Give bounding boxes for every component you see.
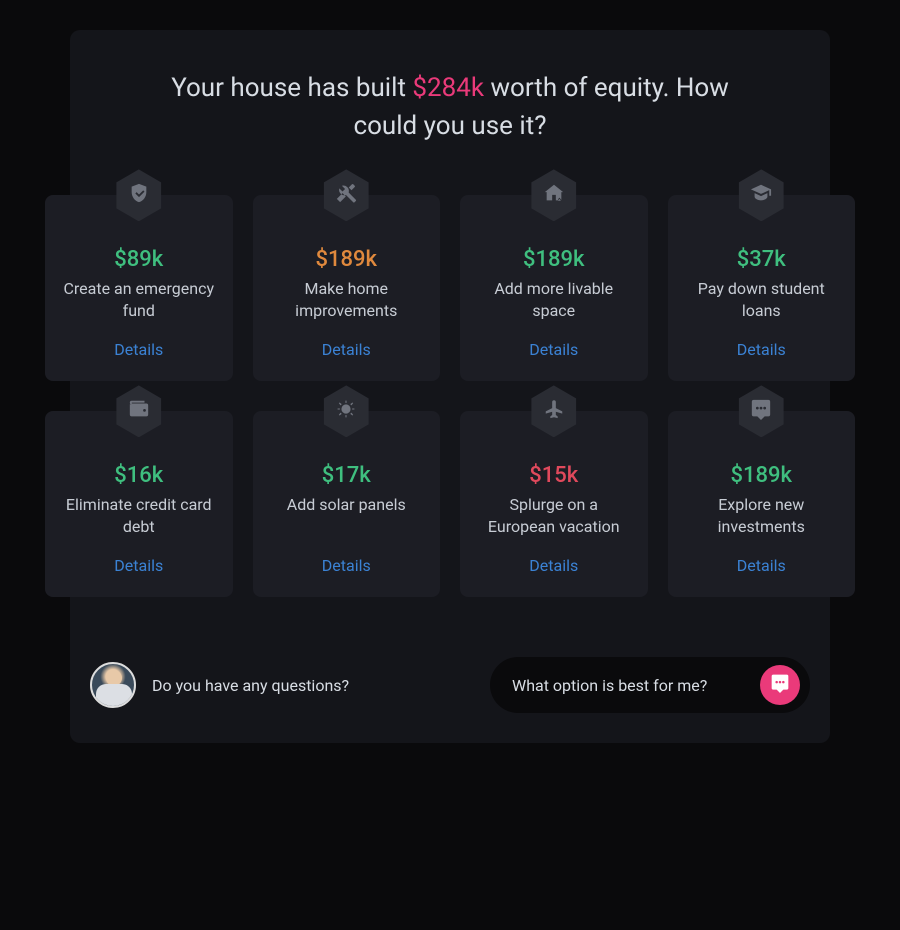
card-icon-badge [735,169,787,221]
details-link[interactable]: Details [59,340,219,359]
tools-icon [335,182,357,208]
agent-avatar [90,662,136,708]
option-card[interactable]: $15k Splurge on a European vacation Detail… [460,411,648,597]
card-icon-badge [528,385,580,437]
footer-bar: Do you have any questions? What option i… [90,657,810,713]
shield-icon [128,182,150,208]
card-description: Eliminate credit card debt [59,494,219,538]
headline-amount: $284k [412,73,484,103]
chat-send-button[interactable] [760,665,800,705]
gradcap-icon [750,182,772,208]
headline: Your house has built $284k worth of equi… [150,70,750,145]
agent-question-text: Do you have any questions? [152,676,349,695]
card-description: Create an emergency fund [59,278,219,322]
card-icon-badge [320,385,372,437]
card-icon-badge [113,169,165,221]
option-card[interactable]: $89k Create an emergency fund Details [45,195,233,381]
option-card[interactable]: $37k Pay down student loans Details [668,195,856,381]
ask-prompt-text: What option is best for me? [512,676,746,695]
card-amount: $15k [474,463,634,488]
card-amount: $189k [474,247,634,272]
details-link[interactable]: Details [267,340,427,359]
card-amount: $37k [682,247,842,272]
wallet-icon [128,398,150,424]
headline-pre: Your house has built [171,73,412,103]
plane-icon [543,398,565,424]
card-description: Explore new investments [682,494,842,538]
equity-panel: Your house has built $284k worth of equi… [70,30,830,743]
option-card[interactable]: $189k Make home improvements Details [253,195,441,381]
card-description: Add more livable space [474,278,634,322]
option-card[interactable]: $189k Add more livable space Details [460,195,648,381]
card-amount: $89k [59,247,219,272]
card-amount: $17k [267,463,427,488]
card-description: Make home improvements [267,278,427,322]
house-icon [543,182,565,208]
card-icon-badge [113,385,165,437]
sun-icon [335,398,357,424]
details-link[interactable]: Details [474,340,634,359]
details-link[interactable]: Details [682,556,842,575]
chat-icon [770,673,790,697]
card-description: Pay down student loans [682,278,842,322]
option-card[interactable]: $16k Eliminate credit card debt Details [45,411,233,597]
card-icon-badge [735,385,787,437]
ask-box[interactable]: What option is best for me? [490,657,810,713]
agent-question: Do you have any questions? [90,662,349,708]
option-card[interactable]: $17k Add solar panels Details [253,411,441,597]
card-amount: $189k [682,463,842,488]
card-description: Splurge on a European vacation [474,494,634,538]
card-icon-badge [528,169,580,221]
details-link[interactable]: Details [474,556,634,575]
details-link[interactable]: Details [267,556,427,575]
option-card[interactable]: $189k Explore new investments Details [668,411,856,597]
card-amount: $189k [267,247,427,272]
options-grid: $89kCreate an emergency fundDetails$189k… [45,195,855,597]
details-link[interactable]: Details [59,556,219,575]
card-description: Add solar panels [267,494,427,538]
card-amount: $16k [59,463,219,488]
chat-icon [750,398,772,424]
details-link[interactable]: Details [682,340,842,359]
card-icon-badge [320,169,372,221]
